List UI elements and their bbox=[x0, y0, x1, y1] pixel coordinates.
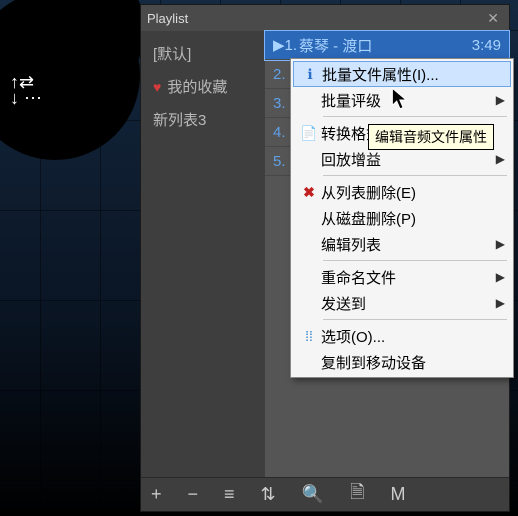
remove-icon[interactable]: − bbox=[188, 484, 199, 505]
add-icon[interactable]: + bbox=[151, 484, 162, 505]
delete-icon: ✖ bbox=[297, 184, 321, 201]
track-index: ▶1. bbox=[273, 36, 299, 54]
sidebar-item-default[interactable]: [默认] bbox=[145, 37, 261, 70]
menu-separator bbox=[323, 319, 507, 320]
sort-icon[interactable]: ⇅ bbox=[261, 484, 276, 505]
chevron-right-icon: ▶ bbox=[496, 270, 505, 284]
menu-label: 回放增益 bbox=[321, 149, 496, 170]
search-icon[interactable]: 🔍 bbox=[302, 484, 324, 505]
chevron-right-icon: ▶ bbox=[496, 237, 505, 251]
menu-label: 批量文件属性(I)... bbox=[322, 64, 504, 85]
sidebar-item-label: 新列表3 bbox=[153, 109, 206, 130]
menu-item-rename[interactable]: 重命名文件 ▶ bbox=[293, 264, 511, 290]
menu-separator bbox=[323, 116, 507, 117]
mode-icon[interactable]: M bbox=[391, 484, 406, 505]
menu-separator bbox=[323, 260, 507, 261]
sidebar-item-label: [默认] bbox=[153, 43, 191, 64]
player-controls: ↑⇄ ↓ ⋯ bbox=[10, 75, 42, 105]
cursor-icon bbox=[390, 86, 412, 112]
heart-icon: ♥ bbox=[153, 79, 161, 95]
menu-label: 从磁盘删除(P) bbox=[321, 208, 505, 229]
track-row[interactable]: ▶1. 蔡琴 - 渡口 3:49 bbox=[265, 31, 509, 60]
menu-label: 重命名文件 bbox=[321, 267, 496, 288]
convert-icon: 📄 bbox=[297, 125, 321, 142]
options-icon: ⁞⁞ bbox=[297, 328, 321, 344]
menu-item-edit-list[interactable]: 编辑列表 ▶ bbox=[293, 231, 511, 257]
chevron-right-icon: ▶ bbox=[496, 152, 505, 166]
arrow-up-icon[interactable]: ↑⇄ bbox=[10, 75, 42, 89]
menu-item-sendto[interactable]: 发送到 ▶ bbox=[293, 290, 511, 316]
sidebar-item-list3[interactable]: 新列表3 bbox=[145, 103, 261, 136]
toolbar: + − ≡ ⇅ 🔍 🗎 M bbox=[141, 477, 509, 511]
menu-item-copy-device[interactable]: 复制到移动设备 bbox=[293, 349, 511, 375]
sidebar-item-favorites[interactable]: ♥ 我的收藏 bbox=[145, 70, 261, 103]
tooltip: 编辑音频文件属性 bbox=[368, 124, 494, 150]
track-name: 蔡琴 - 渡口 bbox=[299, 35, 472, 56]
arrow-down-icon[interactable]: ↓ ⋯ bbox=[10, 91, 42, 105]
file-icon[interactable]: 🗎 bbox=[350, 480, 364, 510]
menu-item-options[interactable]: ⁞⁞ 选项(O)... bbox=[293, 323, 511, 349]
menu-label: 从列表删除(E) bbox=[321, 182, 505, 203]
menu-item-batch-properties[interactable]: ℹ 批量文件属性(I)... bbox=[293, 61, 511, 87]
menu-item-remove-list[interactable]: ✖ 从列表删除(E) bbox=[293, 179, 511, 205]
sidebar: [默认] ♥ 我的收藏 新列表3 bbox=[141, 31, 265, 477]
close-icon[interactable]: ✕ bbox=[483, 10, 503, 27]
sidebar-item-label: 我的收藏 bbox=[167, 76, 227, 97]
track-duration: 3:49 bbox=[472, 37, 501, 54]
list-icon[interactable]: ≡ bbox=[224, 484, 235, 505]
menu-label: 复制到移动设备 bbox=[321, 352, 505, 373]
info-icon: ℹ bbox=[298, 66, 322, 83]
titlebar[interactable]: Playlist ✕ bbox=[141, 5, 509, 31]
menu-label: 编辑列表 bbox=[321, 234, 496, 255]
menu-label: 选项(O)... bbox=[321, 326, 505, 347]
window-title: Playlist bbox=[147, 11, 188, 26]
menu-item-remove-disk[interactable]: 从磁盘删除(P) bbox=[293, 205, 511, 231]
chevron-right-icon: ▶ bbox=[496, 93, 505, 107]
menu-separator bbox=[323, 175, 507, 176]
menu-label: 发送到 bbox=[321, 293, 496, 314]
chevron-right-icon: ▶ bbox=[496, 296, 505, 310]
